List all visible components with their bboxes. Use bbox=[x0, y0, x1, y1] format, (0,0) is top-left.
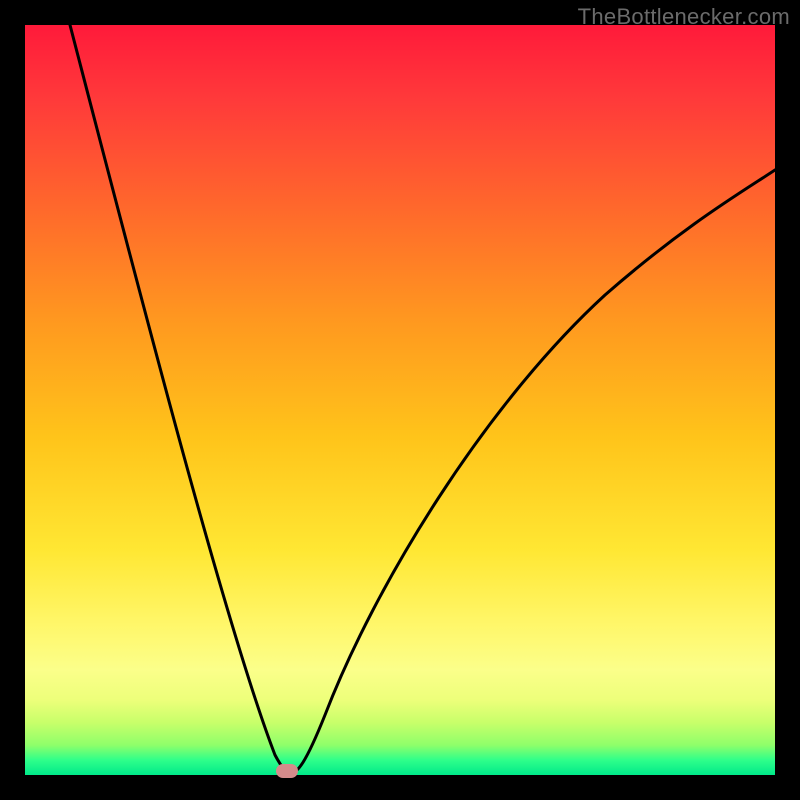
curve-layer bbox=[25, 25, 775, 775]
plot-area bbox=[25, 25, 775, 775]
watermark-text: TheBottlenecker.com bbox=[578, 4, 790, 30]
optimal-marker bbox=[276, 764, 298, 778]
chart-container: TheBottlenecker.com bbox=[0, 0, 800, 800]
bottleneck-curve bbox=[70, 25, 775, 773]
